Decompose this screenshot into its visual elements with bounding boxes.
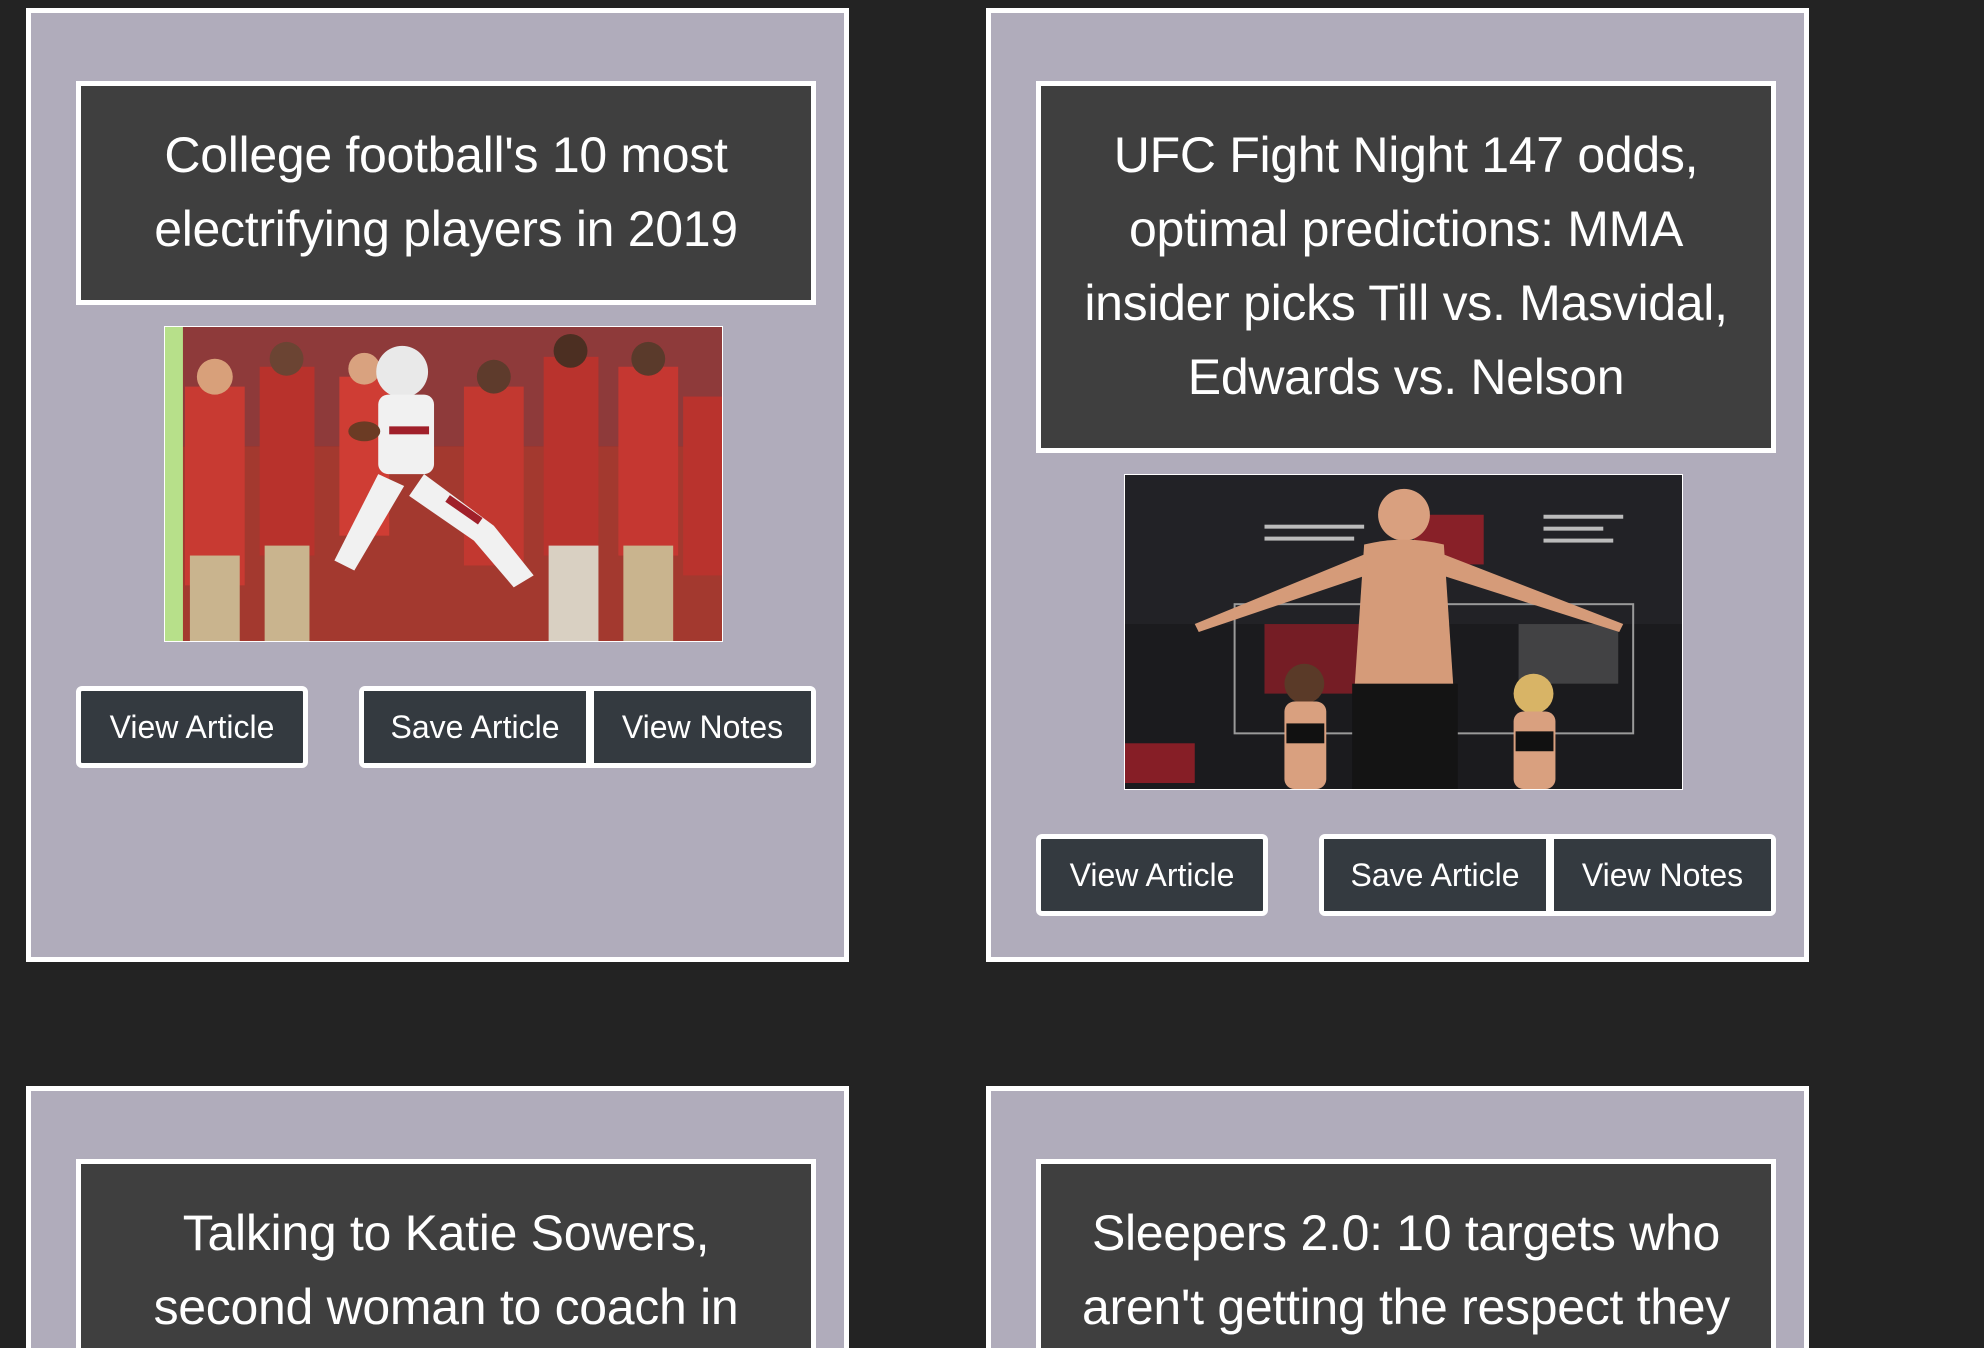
save-article-button[interactable]: Save Article xyxy=(364,691,586,763)
ufc-fighter-image xyxy=(1125,475,1682,789)
view-notes-button[interactable]: View Notes xyxy=(1554,839,1771,911)
article-grid: College football's 10 most electrifying … xyxy=(0,0,1984,1348)
button-divider xyxy=(1546,839,1554,911)
article-title: Sleepers 2.0: 10 targets who aren't gett… xyxy=(1036,1159,1776,1348)
view-notes-button[interactable]: View Notes xyxy=(594,691,811,763)
article-card: UFC Fight Night 147 odds, optimal predic… xyxy=(986,8,1809,962)
save-article-button[interactable]: Save Article xyxy=(1324,839,1546,911)
article-title: UFC Fight Night 147 odds, optimal predic… xyxy=(1036,81,1776,453)
button-divider xyxy=(586,691,594,763)
article-image xyxy=(164,326,723,642)
view-article-button[interactable]: View Article xyxy=(1036,834,1268,916)
article-title: College football's 10 most electrifying … xyxy=(76,81,816,305)
article-actions-group: Save Article View Notes xyxy=(1319,834,1776,916)
football-player-image xyxy=(165,327,722,641)
view-article-button[interactable]: View Article xyxy=(76,686,308,768)
article-card: College football's 10 most electrifying … xyxy=(26,8,849,962)
article-actions-group: Save Article View Notes xyxy=(359,686,816,768)
article-title: Talking to Katie Sowers, second woman to… xyxy=(76,1159,816,1348)
article-card: Sleepers 2.0: 10 targets who aren't gett… xyxy=(986,1086,1809,1348)
article-card: Talking to Katie Sowers, second woman to… xyxy=(26,1086,849,1348)
article-image xyxy=(1124,474,1683,790)
